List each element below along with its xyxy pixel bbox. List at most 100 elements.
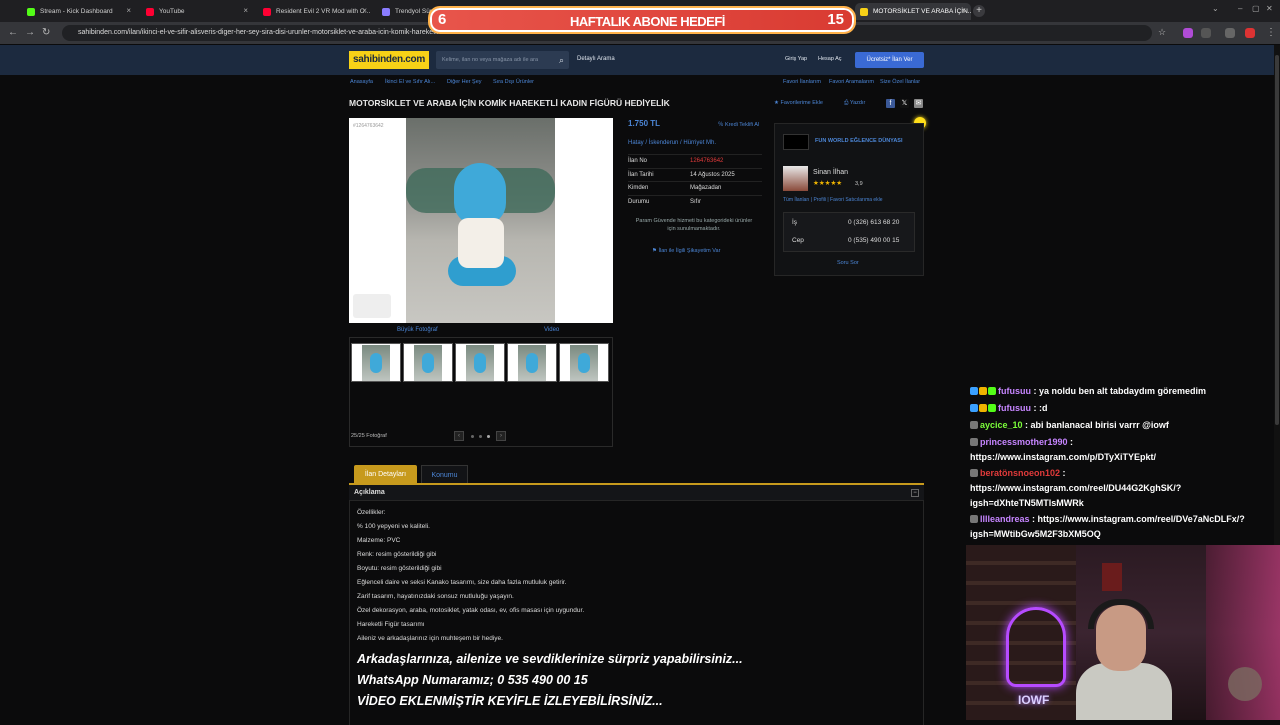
minimize-icon[interactable]: – [1238, 4, 1242, 13]
location-link[interactable]: Hatay / İskenderun / Hürriyet Mh. [628, 140, 716, 146]
browser-tab[interactable]: Stream - Kick Dashboard × [22, 3, 136, 20]
chat-username[interactable]: princessmother1990 [980, 437, 1068, 447]
email-icon[interactable]: ✉ [914, 99, 923, 108]
credit-offer-label: Kredi Teklifi Al [725, 122, 760, 128]
chat-text: https://www.instagram.com/p/DTyXiTYEpkt/ [970, 452, 1157, 462]
tab-listing-details[interactable]: İlan Detayları [354, 465, 417, 484]
thumbnail[interactable] [559, 343, 609, 382]
detailed-search-link[interactable]: Detaylı Arama [577, 56, 615, 62]
price: 1.750 TL [628, 119, 661, 128]
bookmark-star-icon[interactable]: ☆ [1158, 27, 1166, 38]
extensions-puzzle-icon[interactable] [1201, 28, 1211, 38]
breadcrumb-other[interactable]: Diğer Her Şey [447, 79, 482, 85]
chat-username[interactable]: fufusuu [998, 386, 1031, 396]
description-line: Zarif tasarım, hayatınızdaki sonsuz mutl… [357, 593, 514, 600]
tab-search-icon[interactable]: ⌄ [1212, 4, 1219, 13]
tab-close-icon[interactable]: × [961, 6, 966, 15]
chat-text: igsh=MWtibGw5M2F3bXM5OQ [970, 529, 1101, 539]
phone-box: İş 0 (326) 613 68 20 Cep 0 (535) 490 00 … [783, 212, 915, 252]
chat-username[interactable]: aycice_10 [980, 420, 1023, 430]
breadcrumb-unusual[interactable]: Sıra Dışı Ürünler [493, 79, 534, 85]
main-photo[interactable]: #1264763642 [349, 118, 613, 323]
collapse-icon[interactable]: − [911, 489, 919, 497]
thumbnail[interactable] [455, 343, 505, 382]
extension-red-icon[interactable] [1245, 28, 1255, 38]
back-icon[interactable]: ← [8, 27, 18, 38]
info-row: İlan Tarihi 14 Ağustos 2025 [628, 167, 762, 181]
badge-icon [979, 404, 987, 412]
thumbnail[interactable] [351, 343, 401, 382]
menu-kebab-icon[interactable]: ⋮ [1266, 27, 1276, 38]
extension-icon[interactable] [1183, 28, 1193, 38]
chat-username[interactable]: lllleandreas [980, 514, 1030, 524]
seller-name: Sinan İlhan [813, 169, 849, 176]
post-ad-button[interactable]: Ücretsiz* İlan Ver [855, 52, 924, 68]
chat-message: fufusuu : :d [970, 401, 1270, 418]
new-tab-button[interactable]: + [973, 5, 985, 17]
promo-line: VİDEO EKLENMİŞTİR KEYİFLE İZLEYEBİLİRSİN… [357, 694, 663, 708]
print-label: Yazdır [849, 100, 866, 106]
promo-lines: Arkadaşlarınıza, ailenize ve sevdiklerin… [357, 652, 743, 715]
site-logo[interactable]: sahibinden.com [349, 51, 429, 69]
signup-link[interactable]: Hesap Aç [818, 56, 842, 62]
big-photo-link[interactable]: Büyük Fotoğraf [397, 327, 438, 333]
store-logo[interactable] [783, 134, 809, 150]
print-link[interactable]: ⎙ Yazdır [844, 100, 865, 107]
complain-link[interactable]: ⚑ İlan ile İlgili Şikayetim Var [652, 248, 720, 254]
tab-close-icon[interactable]: × [243, 6, 248, 15]
pager-prev-icon[interactable]: ‹ [454, 431, 464, 441]
reload-icon[interactable]: ↻ [42, 27, 50, 38]
info-row: Durumu Sıfır [628, 194, 762, 208]
seller-rating-stars: ★★★★★ [813, 180, 843, 187]
browser-tab[interactable]: MOTORSİKLET VE ARABA İÇİN... × [855, 3, 971, 20]
add-favorite-link[interactable]: ★ Favorilerime Ekle [774, 100, 823, 106]
badge-icon [988, 387, 996, 395]
chat-message: fufusuu : ya noldu ben alt tabdaydım gör… [970, 384, 1270, 401]
description-line: Özellikler: [357, 509, 386, 516]
site-search-input[interactable]: Kelime, ilan no veya mağaza adı ile ara … [436, 51, 569, 69]
badge-icon [970, 387, 978, 395]
video-link[interactable]: Video [544, 327, 559, 333]
tab-close-icon[interactable]: × [362, 6, 367, 15]
chat-badges [970, 402, 997, 418]
credit-offer-link[interactable]: ％ Kredi Teklifi Al [718, 120, 759, 128]
breadcrumb-second-hand[interactable]: İkinci El ve Sıfır Alı... [385, 79, 435, 85]
store-name[interactable]: FUN WORLD EĞLENCE DÜNYASI [815, 138, 903, 144]
close-window-icon[interactable]: ✕ [1266, 4, 1273, 13]
description-line: Boyutu: resim gösterildiği gibi [357, 565, 442, 572]
browser-tab[interactable]: YouTube × [141, 3, 253, 20]
profile-icon[interactable] [1225, 28, 1235, 38]
photo-count: 25/25 Fotoğraf [351, 433, 387, 439]
tab-location[interactable]: Konumu [421, 465, 468, 484]
login-link[interactable]: Giriş Yap [785, 56, 807, 62]
ask-question-link[interactable]: Soru Sor [837, 260, 859, 266]
fav-listings-link[interactable]: Favori İlanlarım [783, 79, 821, 85]
chat-username[interactable]: fufusuu [998, 403, 1031, 413]
search-icon[interactable]: ⌕ [559, 51, 564, 69]
pager-next-icon[interactable]: › [496, 431, 506, 441]
chat-username[interactable]: beratönsnoeon102 [980, 468, 1060, 478]
special-listings-link[interactable]: Size Özel İlanlar [880, 79, 920, 85]
description-line: Aileniz ve arkadaşlarınız için muhteşem … [357, 635, 503, 642]
badge-icon [979, 387, 987, 395]
info-value: Mağazadan [690, 185, 722, 191]
chat-text: : [1067, 437, 1074, 447]
info-key: İlan Tarihi [628, 171, 654, 178]
seller-box: FUN WORLD EĞLENCE DÜNYASI Sinan İlhan ★★… [774, 123, 924, 276]
badge-icon [970, 404, 978, 412]
tab-close-icon[interactable]: × [126, 6, 131, 15]
forward-icon[interactable]: → [25, 27, 35, 38]
thumbnail[interactable] [403, 343, 453, 382]
x-twitter-icon[interactable]: 𝕏 [900, 99, 909, 108]
tab-favicon-icon [382, 7, 390, 16]
fav-searches-link[interactable]: Favori Aramalarım [829, 79, 874, 85]
chat-text: : :d [1031, 403, 1048, 413]
badge-icon [970, 469, 978, 477]
maximize-icon[interactable]: ▢ [1252, 4, 1260, 13]
breadcrumb-home[interactable]: Anasayfa [350, 79, 373, 85]
seller-links[interactable]: Tüm İlanları | Profili | Favori Satıcıla… [783, 197, 883, 203]
browser-tab[interactable]: Resident Evil 2 VR Mod with O... × [258, 3, 372, 20]
promo-line: Arkadaşlarınıza, ailenize ve sevdiklerin… [357, 652, 743, 666]
thumbnail[interactable] [507, 343, 557, 382]
facebook-icon[interactable]: f [886, 99, 895, 108]
